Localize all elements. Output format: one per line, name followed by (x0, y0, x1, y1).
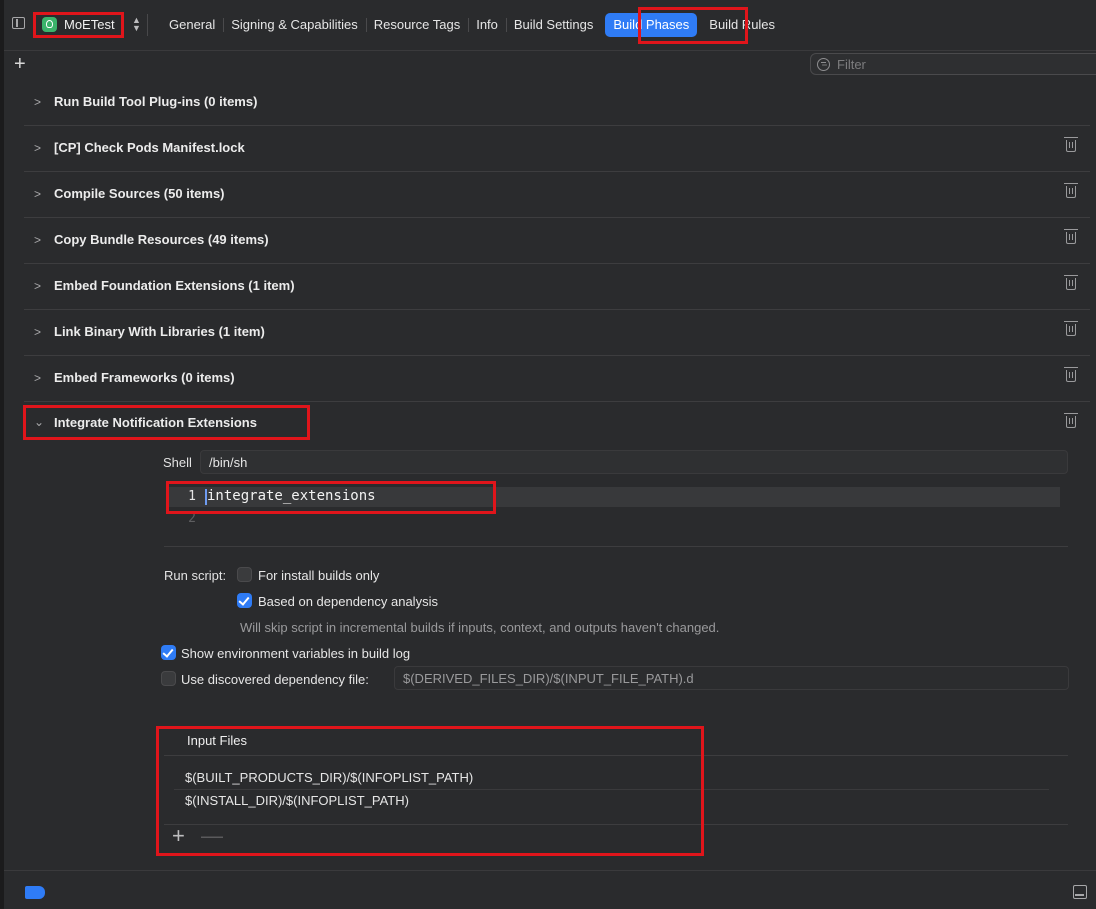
dependency-file-placeholder: $(DERIVED_FILES_DIR)/$(INPUT_FILE_PATH).… (403, 671, 694, 686)
trash-icon[interactable] (1064, 183, 1078, 198)
dependency-hint: Will skip script in incremental builds i… (240, 620, 720, 635)
dependency-analysis-checkbox[interactable] (237, 593, 252, 608)
tab-build-settings[interactable]: Build Settings (505, 13, 602, 37)
use-dep-file-label[interactable]: Use discovered dependency file: (181, 672, 369, 687)
chevron-right-icon[interactable]: > (34, 279, 41, 293)
trash-icon[interactable] (1064, 321, 1078, 336)
divider (164, 755, 1068, 756)
input-files-header: Input Files (187, 733, 247, 748)
breakpoint-icon[interactable] (25, 886, 45, 899)
build-phase-title: Embed Frameworks (0 items) (54, 370, 235, 385)
build-phase-title[interactable]: Integrate Notification Extensions (54, 415, 257, 430)
install-builds-checkbox[interactable] (237, 567, 252, 582)
build-phase-title: Embed Foundation Extensions (1 item) (54, 278, 295, 293)
line-number: 1 (188, 489, 196, 504)
dependency-analysis-label[interactable]: Based on dependency analysis (258, 594, 438, 609)
dependency-file-field[interactable]: $(DERIVED_FILES_DIR)/$(INPUT_FILE_PATH).… (394, 666, 1069, 690)
input-file-item[interactable]: $(INSTALL_DIR)/$(INFOPLIST_PATH) (185, 793, 409, 808)
filter-placeholder: Filter (837, 57, 866, 72)
trash-icon[interactable] (1064, 229, 1078, 244)
input-file-item[interactable]: $(BUILT_PRODUCTS_DIR)/$(INFOPLIST_PATH) (185, 770, 473, 785)
use-dep-file-checkbox[interactable] (161, 671, 176, 686)
divider (147, 14, 148, 36)
app-target-icon (42, 16, 57, 32)
remove-input-file-button[interactable]: — (201, 823, 223, 849)
trash-icon[interactable] (1064, 275, 1078, 290)
script-code-line[interactable]: integrate_extensions (207, 488, 376, 504)
window-edge (0, 0, 4, 908)
chevron-right-icon[interactable]: > (34, 371, 41, 385)
build-phase-title: Copy Bundle Resources (49 items) (54, 232, 269, 247)
add-build-phase-button[interactable]: + (14, 53, 26, 75)
target-selector[interactable]: MoETest (34, 12, 123, 36)
tab-build-phases[interactable]: Build Phases (605, 13, 698, 37)
tab-resource-tags[interactable]: Resource Tags (365, 13, 468, 37)
tab-signing-capabilities[interactable]: Signing & Capabilities (223, 13, 365, 37)
script-editor[interactable]: 1 integrate_extensions 2 (164, 484, 1068, 547)
settings-tabs: General Signing & Capabilities Resource … (161, 13, 783, 37)
chevron-right-icon[interactable]: > (34, 141, 41, 155)
trash-icon[interactable] (1064, 413, 1078, 428)
divider (174, 789, 1049, 790)
show-env-label[interactable]: Show environment variables in build log (181, 646, 410, 661)
tab-build-rules[interactable]: Build Rules (701, 13, 783, 37)
run-script-label: Run script: (164, 568, 227, 583)
shell-label: Shell (163, 455, 192, 470)
trash-icon[interactable] (1064, 367, 1078, 382)
build-phase-row[interactable]: > [CP] Check Pods Manifest.lock (24, 125, 1090, 172)
build-phase-title: [CP] Check Pods Manifest.lock (54, 140, 245, 155)
build-phase-row[interactable]: > Embed Foundation Extensions (1 item) (24, 263, 1090, 310)
trash-icon[interactable] (1064, 137, 1078, 152)
xcode-window: MoETest ▲ ▼ General Signing & Capabilitie… (0, 0, 1096, 909)
chevron-right-icon[interactable]: > (34, 233, 41, 247)
build-phase-title: Link Binary With Libraries (1 item) (54, 324, 265, 339)
filter-icon (817, 58, 830, 71)
filter-field[interactable]: Filter (810, 53, 1096, 75)
bottom-bar (4, 870, 1096, 909)
phase-toolbar: + Filter (4, 51, 1096, 79)
install-builds-label[interactable]: For install builds only (258, 568, 379, 583)
build-phase-title: Run Build Tool Plug-ins (0 items) (54, 94, 258, 109)
build-phase-row[interactable]: > Compile Sources (50 items) (24, 171, 1090, 218)
line-number: 2 (188, 511, 196, 526)
shell-field[interactable]: /bin/sh (200, 450, 1068, 474)
tab-info[interactable]: Info (468, 13, 506, 37)
tab-general[interactable]: General (161, 13, 223, 37)
build-phase-row-expanded[interactable]: ⌄ Integrate Notification Extensions (24, 409, 1090, 439)
build-phase-row[interactable]: > Link Binary With Libraries (1 item) (24, 309, 1090, 356)
sidebar-toggle-icon[interactable] (12, 17, 25, 29)
show-env-checkbox[interactable] (161, 645, 176, 660)
build-phase-row[interactable]: > Run Build Tool Plug-ins (0 items) (24, 79, 1090, 126)
chevron-right-icon[interactable]: > (34, 187, 41, 201)
build-phase-row[interactable]: > Copy Bundle Resources (49 items) (24, 217, 1090, 264)
target-name: MoETest (64, 16, 115, 32)
build-phase-row[interactable]: > Embed Frameworks (0 items) (24, 355, 1090, 402)
chevron-right-icon[interactable]: > (34, 95, 41, 109)
chevron-down-icon[interactable]: ⌄ (34, 415, 44, 429)
debug-area-toggle-icon[interactable] (1073, 885, 1087, 899)
chevron-up-down-icon[interactable]: ▲ ▼ (132, 16, 141, 33)
divider (164, 824, 1068, 825)
build-phase-title: Compile Sources (50 items) (54, 186, 225, 201)
chevron-right-icon[interactable]: > (34, 325, 41, 339)
add-input-file-button[interactable]: + (172, 823, 185, 849)
editor-tab-bar: MoETest ▲ ▼ General Signing & Capabilitie… (4, 0, 1096, 51)
shell-value: /bin/sh (209, 455, 248, 470)
